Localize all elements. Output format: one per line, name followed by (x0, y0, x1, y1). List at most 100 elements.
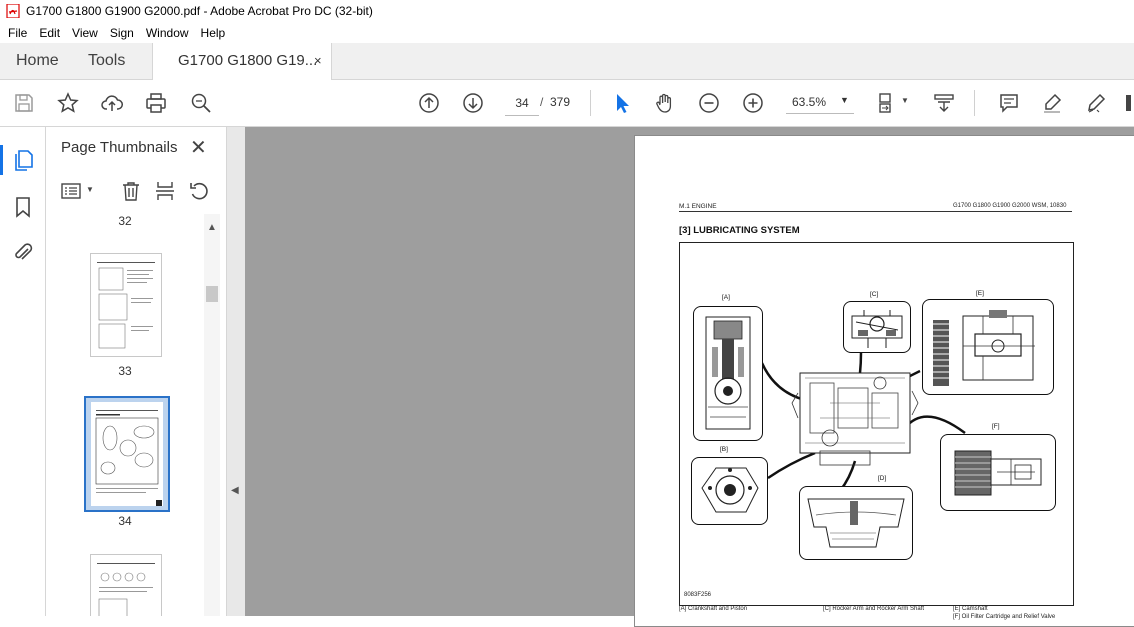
page-thumbnail-image (91, 402, 163, 506)
menu-bar: File Edit View Sign Window Help (0, 22, 1134, 43)
upload-cloud-icon[interactable] (100, 91, 124, 115)
thumbnail-page-35[interactable] (90, 554, 162, 616)
oil-pump-illustration (701, 467, 759, 513)
page-number-input[interactable] (505, 91, 539, 116)
rocker-arm-illustration (851, 310, 903, 348)
left-navigation-rail (0, 127, 46, 616)
menu-window[interactable]: Window (140, 26, 195, 40)
page-header-left: M.1 ENGINE (679, 203, 717, 210)
rotate-icon[interactable] (188, 180, 210, 202)
extract-pages-icon[interactable] (154, 180, 176, 202)
page-up-icon[interactable] (417, 91, 441, 115)
menu-edit[interactable]: Edit (33, 26, 66, 40)
panel-title: Page Thumbnails (61, 139, 178, 156)
main-toolbar: / 379 63.5% ▼ ▼ (0, 80, 1134, 127)
acrobat-pdf-icon (6, 4, 20, 18)
thumbnail-scrollbar[interactable]: ▲ (204, 214, 220, 616)
page-down-icon[interactable] (461, 91, 485, 115)
thumbnail-page-34[interactable] (84, 396, 170, 512)
page-header-right: G1700 G1800 G1900 G2000 WSM, 10830 (953, 203, 1067, 209)
panel-collapse-strip[interactable]: ◀ (226, 127, 245, 616)
scrollbar-thumb[interactable] (206, 286, 218, 302)
legend-item-e: [E] Camshaft (953, 606, 988, 612)
document-tab-label: G1700 G1800 G19... (178, 52, 318, 69)
section-title: [3] LUBRICATING SYSTEM (679, 225, 800, 236)
oil-filter-illustration (954, 450, 1042, 496)
thumbnail-list: 32 33 34 (46, 214, 204, 616)
page-thumbnails-panel: Page Thumbnails ✕ ▼ 32 33 34 ▲ (46, 127, 226, 616)
page-separator: / (540, 95, 544, 109)
page-thumbnail-image (97, 563, 155, 616)
thumbnail-label: 32 (118, 214, 132, 228)
scroll-up-icon[interactable]: ▲ (207, 222, 217, 233)
toolbar-divider (590, 90, 591, 116)
chevron-down-icon[interactable]: ▼ (901, 96, 909, 105)
zoom-in-icon[interactable] (741, 91, 765, 115)
chevron-down-icon: ▼ (840, 95, 849, 105)
page-total: 379 (550, 95, 571, 109)
camshaft-illustration (933, 310, 1035, 386)
more-tools-icon[interactable] (1122, 91, 1134, 115)
options-list-icon[interactable] (60, 180, 82, 202)
active-indicator (0, 145, 3, 175)
legend-item-c: [C] Rocker Arm and Rocker Arm Shaft (823, 606, 925, 612)
hand-icon[interactable] (653, 91, 677, 115)
callout-label-e: [E] (976, 290, 984, 297)
callout-label-d: [D] (878, 475, 887, 482)
chevron-down-icon[interactable]: ▼ (86, 185, 94, 194)
zoom-level-value: 63.5% (792, 95, 827, 109)
thumbnail-label: 33 (118, 364, 132, 378)
tab-tools[interactable]: Tools (88, 43, 125, 79)
sign-pen-icon[interactable] (1084, 91, 1108, 115)
pdf-page: M.1 ENGINE G1700 G1800 G1900 G2000 WSM, … (634, 135, 1134, 627)
zoom-out-icon[interactable] (697, 91, 721, 115)
page-thumbnails-icon[interactable] (11, 148, 35, 172)
highlight-pen-icon[interactable] (1040, 91, 1064, 115)
page-thumbnail-image (97, 262, 155, 349)
window-title: G1700 G1800 G1900 G2000.pdf - Adobe Acro… (26, 4, 373, 18)
figure-code: 8083F256 (684, 592, 712, 598)
callout-label-b: [B] (720, 446, 728, 453)
page-fit-icon[interactable] (876, 91, 900, 115)
attachments-icon[interactable] (11, 241, 35, 265)
crankshaft-illustration (705, 316, 751, 430)
legend-item-f: [F] Oil Filter Cartridge and Relief Valv… (953, 614, 1056, 620)
close-tab-icon[interactable]: × (314, 53, 322, 68)
oil-pan-illustration (807, 498, 905, 548)
menu-file[interactable]: File (0, 26, 33, 40)
title-bar: G1700 G1800 G1900 G2000.pdf - Adobe Acro… (0, 0, 1134, 22)
delete-trash-icon[interactable] (120, 180, 142, 202)
bookmarks-icon[interactable] (11, 195, 35, 219)
tab-document[interactable]: G1700 G1800 G19... × (152, 43, 332, 80)
callout-oil-pump (691, 457, 768, 525)
callout-oil-filter (940, 434, 1056, 511)
scroll-mode-icon[interactable] (932, 91, 956, 115)
callout-rocker-arm (843, 301, 911, 353)
thumbnail-label: 34 (118, 514, 132, 528)
print-icon[interactable] (144, 91, 168, 115)
close-icon[interactable]: ✕ (190, 135, 207, 160)
tab-bar: Home Tools G1700 G1800 G19... × (0, 43, 1134, 80)
toolbar-divider (974, 90, 975, 116)
zoom-level-select[interactable]: 63.5% ▼ (786, 91, 854, 114)
callout-label-a: [A] (722, 294, 730, 301)
thumbnail-tools: ▼ (46, 175, 226, 209)
callout-crankshaft-piston (693, 306, 763, 441)
zoom-search-icon[interactable] (189, 91, 213, 115)
document-view[interactable]: M.1 ENGINE G1700 G1800 G1900 G2000 WSM, … (245, 127, 1134, 627)
menu-help[interactable]: Help (195, 26, 232, 40)
collapse-left-icon[interactable]: ◀ (231, 485, 239, 496)
comment-icon[interactable] (997, 91, 1021, 115)
callout-label-c: [C] (870, 291, 879, 298)
select-pointer-icon[interactable] (610, 91, 634, 115)
menu-sign[interactable]: Sign (104, 26, 140, 40)
save-icon[interactable] (12, 91, 36, 115)
callout-oil-pan (799, 486, 913, 560)
thumbnail-page-33[interactable] (90, 253, 162, 357)
header-rule (679, 211, 1072, 212)
callout-camshaft (922, 299, 1054, 395)
lubrication-diagram: [A] [C] [E] [F] [B] [D] (679, 242, 1074, 606)
menu-view[interactable]: View (66, 26, 104, 40)
tab-home[interactable]: Home (16, 43, 59, 79)
bookmark-star-icon[interactable] (56, 91, 80, 115)
